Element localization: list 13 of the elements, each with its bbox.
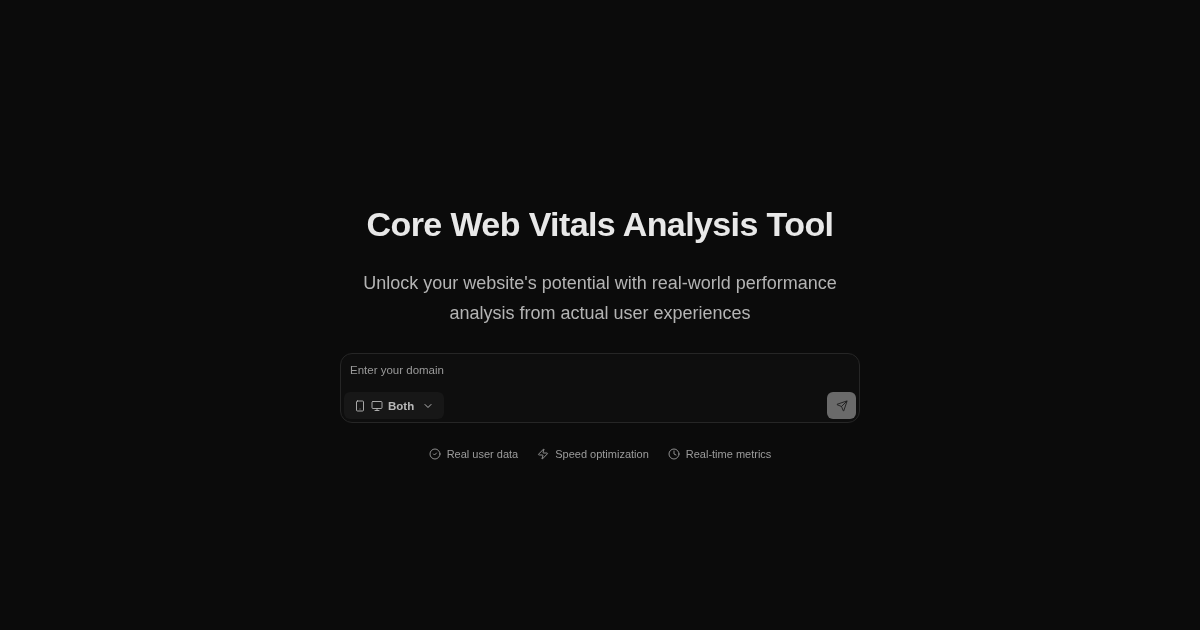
feature-label: Real user data xyxy=(446,448,519,460)
lightning-icon xyxy=(537,448,550,460)
check-circle-icon xyxy=(428,448,441,460)
clock-icon xyxy=(667,448,680,460)
page-title: Core Web Vitals Analysis Tool xyxy=(366,204,834,245)
device-select[interactable]: Both xyxy=(344,392,445,419)
feature-label: Speed optimization xyxy=(555,448,649,460)
domain-input-field[interactable]: Enter your domain xyxy=(350,362,850,378)
page-subtitle: Unlock your website's potential with real-world performance analysis from actual user experiences xyxy=(362,272,838,325)
feature-label: Real-time metrics xyxy=(685,448,772,460)
monitor-icon xyxy=(371,399,383,412)
phone-icon xyxy=(354,399,366,412)
send-icon xyxy=(835,399,848,412)
